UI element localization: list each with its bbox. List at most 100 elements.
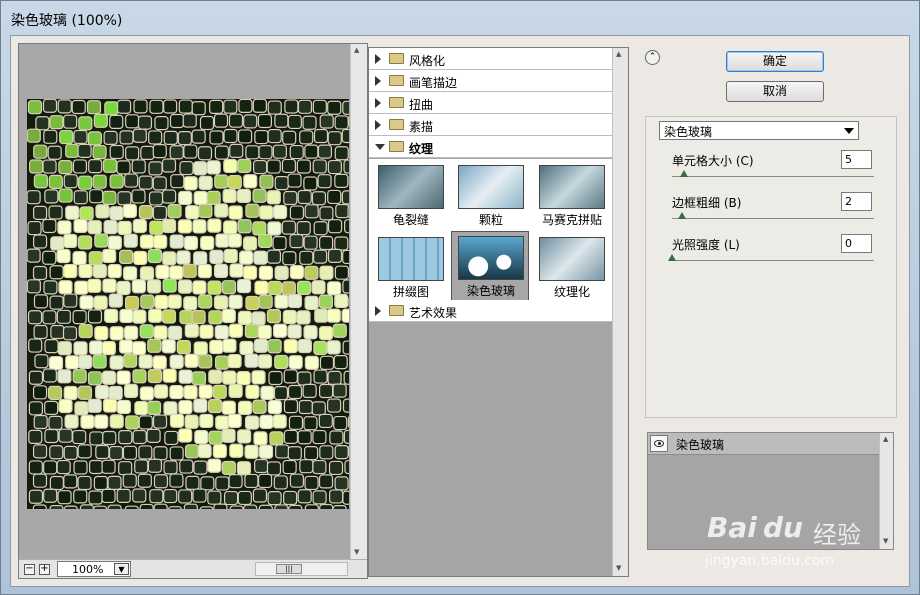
glass-cell	[313, 249, 328, 264]
glass-cell	[342, 279, 349, 294]
effect-layer-row[interactable]: 染色玻璃	[648, 433, 880, 455]
category-texture[interactable]: 纹理	[369, 136, 613, 158]
glass-cell	[304, 475, 319, 491]
glass-cell	[252, 488, 268, 503]
glass-cell	[108, 293, 123, 308]
glass-cell	[153, 325, 168, 340]
glass-cell	[63, 445, 78, 460]
chevron-down-icon[interactable]: ▼	[114, 563, 129, 575]
glass-cell	[266, 309, 282, 324]
category-brush-strokes[interactable]: 画笔描边	[369, 70, 613, 92]
glass-cell	[116, 399, 131, 415]
glass-cell	[228, 474, 243, 489]
glass-cell	[103, 220, 118, 235]
glass-cell	[302, 115, 317, 130]
glass-cell	[334, 173, 349, 188]
cell-size-input[interactable]: 5	[841, 150, 872, 169]
glass-cell	[78, 175, 93, 190]
glass-cell	[169, 145, 184, 160]
scroll-up-arrow-icon[interactable]: ▲	[883, 435, 888, 443]
ok-button[interactable]: 确定	[726, 51, 824, 72]
glass-cell	[303, 235, 318, 250]
border-thickness-slider-handle[interactable]	[678, 212, 687, 219]
glass-cell	[329, 489, 344, 504]
glass-cell	[43, 488, 58, 503]
visibility-toggle[interactable]	[650, 435, 668, 452]
glass-cell	[199, 413, 214, 429]
cell-size-slider-handle[interactable]	[680, 170, 689, 177]
glass-cell	[184, 353, 199, 368]
category-artistic[interactable]: 艺术效果	[369, 300, 613, 322]
scroll-up-arrow-icon[interactable]: ▲	[354, 46, 359, 54]
preview-zoom-bar: − + 100% ▼ |||	[19, 559, 367, 578]
zoom-out-button[interactable]: −	[24, 564, 35, 575]
glass-cell	[343, 159, 349, 174]
glass-cell	[297, 489, 312, 504]
glass-cell	[185, 475, 200, 490]
filter-craquelure[interactable]: 龟裂缝	[372, 161, 450, 231]
border-thickness-input[interactable]: 2	[841, 192, 872, 211]
filter-select[interactable]: 染色玻璃	[659, 121, 859, 140]
glass-cell	[228, 323, 244, 338]
glass-cell	[289, 234, 304, 249]
glass-cell	[161, 218, 177, 233]
preview-vertical-scrollbar[interactable]: ▲ ▼	[350, 44, 367, 560]
light-intensity-slider-handle[interactable]	[668, 254, 676, 261]
glass-cell	[244, 323, 259, 339]
scroll-down-arrow-icon[interactable]: ▼	[354, 548, 359, 556]
glass-cell	[102, 190, 117, 205]
filter-grain[interactable]: 颗粒	[452, 161, 530, 231]
filter-stained-glass[interactable]: 染色玻璃	[451, 231, 529, 301]
glass-cell	[72, 309, 87, 325]
glass-cell	[327, 131, 342, 146]
cancel-button[interactable]: 取消	[726, 81, 824, 102]
glass-cell	[214, 325, 229, 340]
title-bar[interactable]: 染色玻璃 (100%)	[1, 1, 919, 35]
glass-cell	[304, 355, 319, 370]
glass-cell	[208, 369, 223, 384]
scroll-up-arrow-icon[interactable]: ▲	[616, 50, 621, 58]
light-intensity-slider[interactable]	[672, 260, 874, 261]
zoom-level-select[interactable]: 100% ▼	[57, 561, 131, 577]
glass-cell	[206, 160, 221, 175]
scroll-down-arrow-icon[interactable]: ▼	[616, 564, 621, 572]
border-thickness-slider[interactable]	[672, 218, 874, 219]
glass-cell	[101, 488, 116, 504]
preview-image[interactable]	[27, 99, 349, 509]
glass-cell	[124, 173, 139, 188]
filter-texturizer[interactable]: 纹理化	[533, 233, 611, 303]
glass-cell	[32, 504, 47, 509]
glass-cell	[27, 279, 41, 294]
texture-filter-thumbnails: 龟裂缝 颗粒 马赛克拼贴 拼缀图 染色玻璃 纹理化	[369, 159, 613, 309]
category-sketch[interactable]: 素描	[369, 114, 613, 136]
glass-cell	[184, 414, 199, 429]
glass-cell	[237, 490, 252, 506]
glass-cell	[311, 401, 326, 416]
glass-cell	[223, 248, 238, 264]
filter-mosaic-tiles[interactable]: 马赛克拼贴	[533, 161, 611, 231]
category-distort[interactable]: 扭曲	[369, 92, 613, 114]
glass-cell	[148, 161, 163, 176]
glass-cell	[192, 219, 207, 234]
glass-cell	[208, 310, 223, 325]
glass-cell	[63, 505, 78, 509]
zoom-in-button[interactable]: +	[39, 564, 50, 575]
glass-cell	[65, 143, 80, 158]
cell-size-slider[interactable]	[672, 176, 874, 177]
glass-cell	[132, 218, 147, 234]
light-intensity-input[interactable]: 0	[841, 234, 872, 253]
gallery-vertical-scrollbar[interactable]: ▲ ▼	[612, 48, 628, 576]
glass-cell	[319, 265, 334, 280]
scroll-thumb[interactable]: |||	[276, 564, 302, 574]
glass-cell	[116, 370, 131, 385]
preview-horizontal-scrollbar[interactable]: |||	[255, 562, 348, 576]
filter-patchwork[interactable]: 拼缀图	[372, 233, 450, 303]
glass-cell	[28, 338, 43, 353]
glass-cell	[87, 278, 102, 293]
collapse-gallery-button[interactable]: ⌃	[645, 50, 660, 65]
glass-cell	[342, 249, 349, 265]
category-stylize[interactable]: 风格化	[369, 48, 613, 70]
glass-cell	[42, 310, 57, 325]
glass-cell	[119, 249, 134, 264]
glass-cell	[27, 190, 41, 205]
